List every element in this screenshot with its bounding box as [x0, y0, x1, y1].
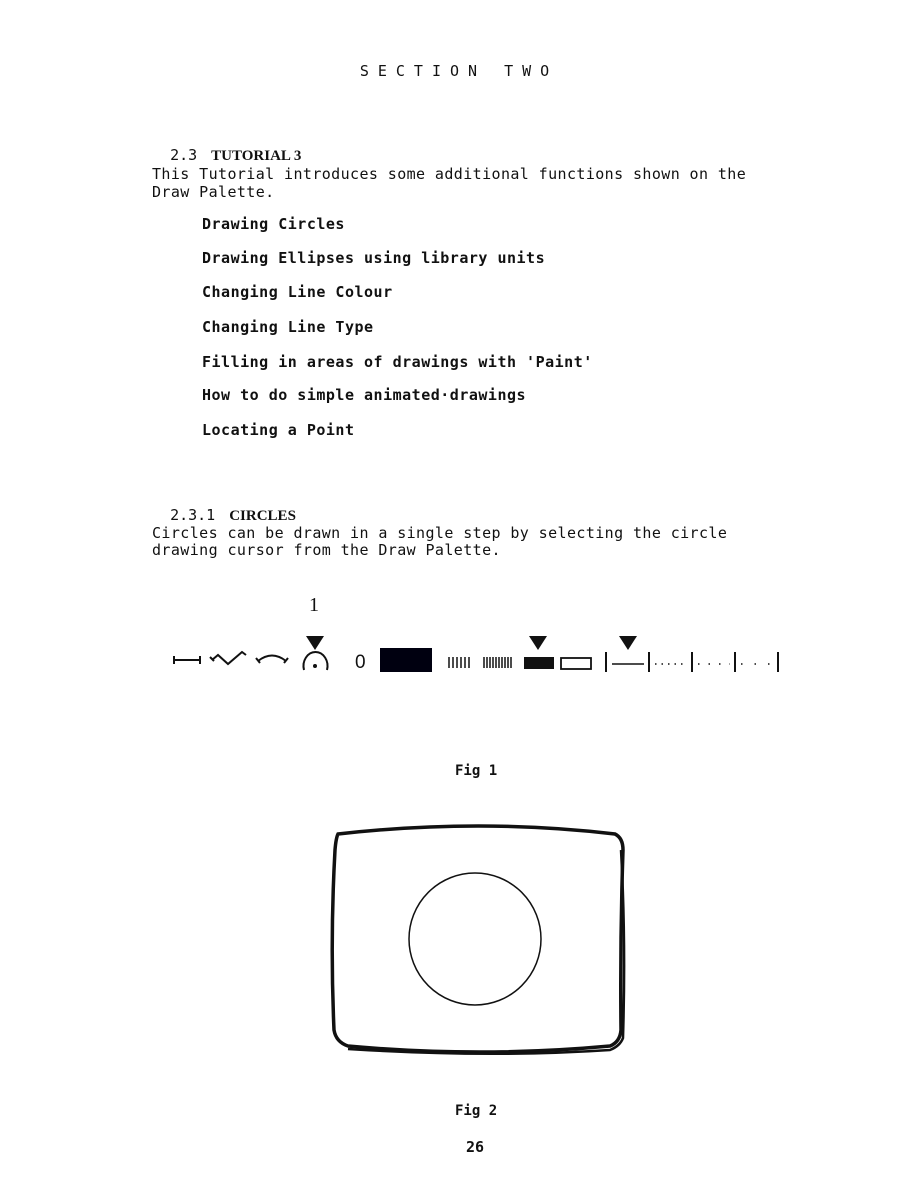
line-type-palette	[605, 636, 779, 672]
drawn-circle	[408, 872, 542, 1006]
fill-pattern-empty[interactable]	[560, 657, 592, 670]
fill-pattern-sparse[interactable]	[448, 657, 470, 668]
selected-marker-icon	[306, 636, 324, 650]
topic-item: How to do simple animated·drawings	[202, 386, 527, 404]
intro-line-2: Draw Palette.	[152, 183, 275, 201]
topic-item: Changing Line Colour	[202, 283, 393, 301]
screen-outline	[330, 824, 625, 1054]
heading-number: 2.3.1	[170, 506, 216, 524]
fill-pattern-solid[interactable]	[524, 657, 554, 669]
intro-line-1: This Tutorial introduces some additional…	[152, 165, 747, 183]
arc-tool-icon[interactable]	[255, 654, 289, 664]
line-tool-icon[interactable]	[173, 656, 201, 664]
figure-1-caption: Fig 1	[455, 763, 498, 779]
section-title: SECTION TWO	[359, 62, 559, 80]
circle-tool-icon[interactable]	[302, 651, 329, 671]
topic-item: Drawing Ellipses using library units	[202, 249, 546, 267]
page-number: 26	[466, 1138, 485, 1156]
colour-swatch[interactable]	[380, 648, 432, 672]
draw-palette	[173, 636, 779, 672]
topic-item: Locating a Point	[202, 421, 355, 439]
selected-marker-icon	[619, 636, 637, 650]
circles-line-2: drawing cursor from the Draw Palette.	[152, 541, 501, 559]
fill-pattern-dense[interactable]	[483, 657, 512, 668]
topic-item: Drawing Circles	[202, 215, 345, 233]
topic-item: Changing Line Type	[202, 318, 374, 336]
heading-circles: 2.3.1 CIRCLES	[152, 488, 296, 525]
heading-title: TUTORIAL 3	[211, 148, 302, 164]
selected-marker-icon	[529, 636, 547, 650]
topic-item: Filling in areas of drawings with 'Paint…	[202, 353, 593, 371]
heading-tutorial-3: 2.3 TUTORIAL 3	[152, 128, 301, 165]
callout-number: 1	[309, 594, 319, 616]
heading-title: CIRCLES	[229, 508, 296, 524]
figure-2-caption: Fig 2	[455, 1103, 498, 1119]
circles-line-1: Circles can be drawn in a single step by…	[152, 524, 728, 542]
screen-edge-shadow	[347, 849, 626, 1056]
curve-tool-icon[interactable]	[209, 650, 247, 666]
colour-label: 0	[355, 652, 366, 673]
heading-number: 2.3	[170, 146, 198, 164]
screen-illustration	[330, 824, 626, 1056]
